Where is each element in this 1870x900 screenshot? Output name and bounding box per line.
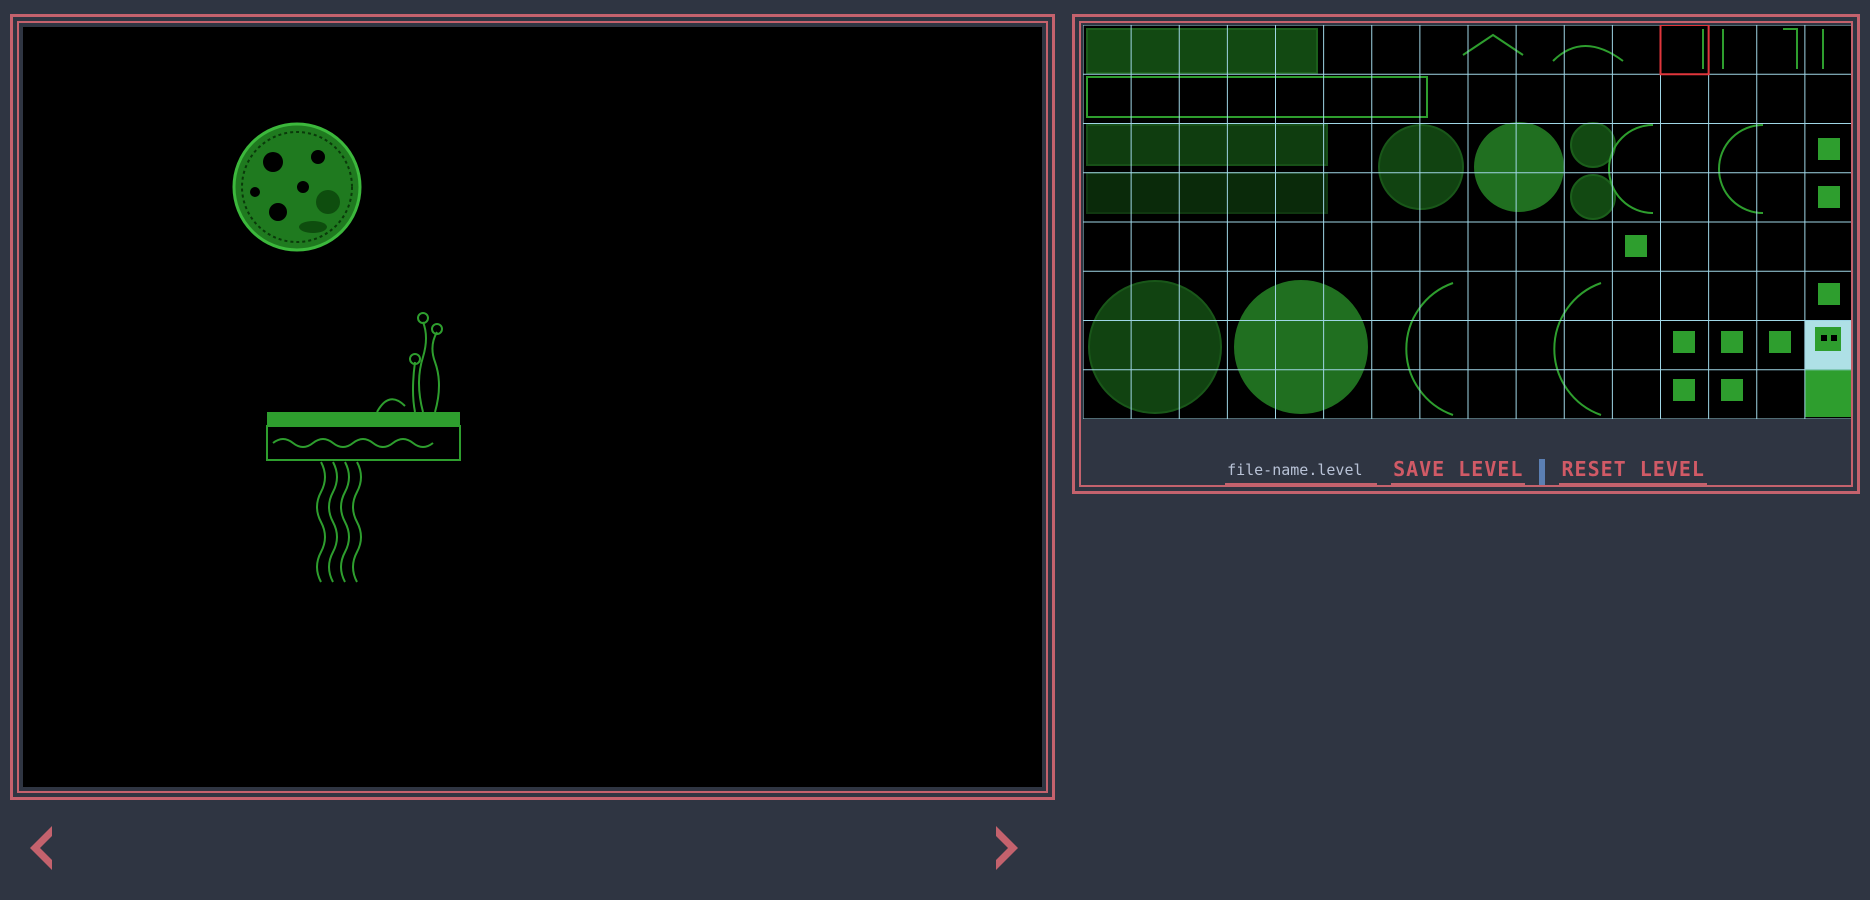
level-scene bbox=[232, 122, 461, 583]
alien-plant-tile bbox=[409, 312, 443, 413]
save-level-button[interactable]: SAVE LEVEL bbox=[1391, 457, 1526, 487]
filename-input[interactable]: file-name.level bbox=[1225, 461, 1378, 487]
waterfall-tile bbox=[316, 461, 362, 583]
tile-palette-frame: file-name.level SAVE LEVEL RESET LEVEL bbox=[1072, 14, 1860, 494]
tile-sheet[interactable] bbox=[1083, 25, 1853, 419]
level-editor-frame bbox=[10, 14, 1055, 800]
moon-tile bbox=[232, 122, 362, 252]
chevron-left-icon[interactable] bbox=[22, 822, 62, 874]
tile-grid[interactable] bbox=[1083, 25, 1853, 419]
selected-tile-highlight bbox=[1659, 25, 1710, 76]
level-canvas[interactable] bbox=[23, 27, 1042, 787]
solid-tile-markers bbox=[1625, 138, 1853, 417]
toolbar-separator bbox=[1539, 459, 1546, 487]
platform-tile bbox=[266, 398, 461, 461]
palette-toolbar: file-name.level SAVE LEVEL RESET LEVEL bbox=[1075, 457, 1857, 487]
reset-level-button[interactable]: RESET LEVEL bbox=[1559, 457, 1707, 487]
player-sprite-tile bbox=[1805, 321, 1853, 369]
chevron-right-icon[interactable] bbox=[986, 822, 1026, 874]
